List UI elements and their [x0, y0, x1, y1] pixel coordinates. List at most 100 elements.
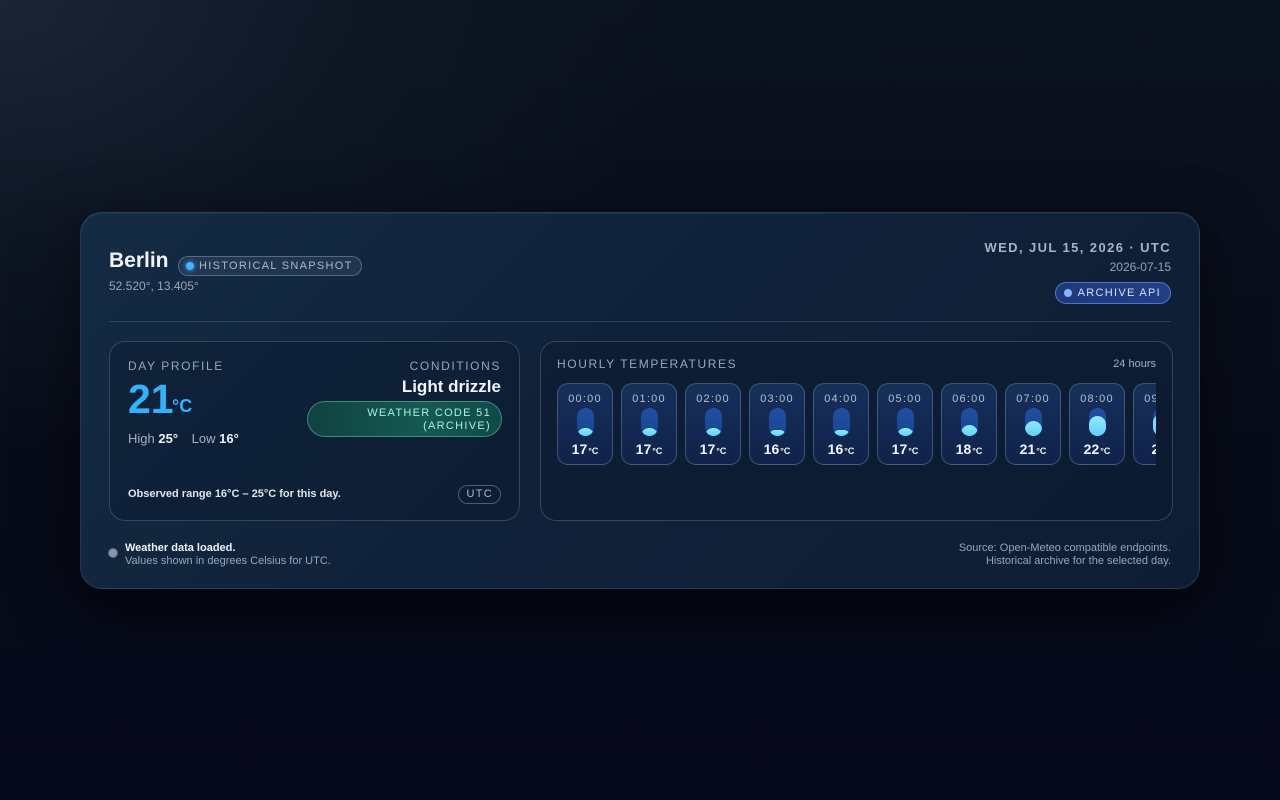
hour-temperature-value: 18 [955, 441, 972, 457]
hour-time: 03:00 [760, 393, 794, 405]
low-value: 16° [219, 431, 239, 446]
hour-tile[interactable]: 07:00 21°C [1005, 383, 1061, 465]
hour-time: 04:00 [824, 393, 858, 405]
hour-time: 07:00 [1016, 393, 1050, 405]
status-indicator-icon [109, 549, 117, 557]
status-title: Weather data loaded. [125, 542, 236, 554]
iso-date: 2026-07-15 [1109, 260, 1171, 274]
hour-temperature: 21°C [1006, 441, 1060, 457]
hour-tile[interactable]: 03:00 16°C [749, 383, 805, 465]
thermometer-fill [897, 427, 914, 436]
hour-temperature-unit: °C [588, 446, 599, 456]
conditions-label: CONDITIONS [409, 359, 501, 373]
hour-temperature-unit: °C [716, 446, 727, 456]
archive-note: Historical archive for the selected day. [985, 555, 1171, 567]
historical-snapshot-badge: HISTORICAL SNAPSHOT [178, 256, 362, 276]
thermometer-fill [1089, 416, 1106, 436]
thermometer-icon [1153, 408, 1156, 436]
hour-time: 02:00 [696, 393, 730, 405]
thermometer-fill [833, 430, 850, 436]
hour-temperature-value: 16 [763, 441, 780, 457]
hour-temperature-value: 17 [891, 441, 908, 457]
hour-time: 01:00 [632, 393, 666, 405]
hour-temperature-unit: °C [972, 446, 983, 456]
archive-api-badge: ARCHIVE API [1054, 282, 1171, 304]
hour-temperature-unit: °C [908, 446, 919, 456]
hour-temperature-value: 21 [1019, 441, 1036, 457]
hour-tile[interactable]: 02:00 17°C [685, 383, 741, 465]
hour-temperature: 18°C [942, 441, 996, 457]
status-subtitle: Values shown in degrees Celsius for UTC. [125, 555, 331, 567]
date-heading: WED, JUL 15, 2026 · UTC [984, 240, 1171, 255]
hour-time: 05:00 [888, 393, 922, 405]
hour-temperature-value: 22 [1083, 441, 1100, 457]
hours-count: 24 hours [1113, 358, 1156, 370]
coordinates: 52.520°, 13.405° [109, 279, 199, 293]
thermometer-icon [1025, 408, 1042, 436]
archive-api-label: ARCHIVE API [1077, 287, 1161, 299]
hour-temperature-value: 2 [1151, 441, 1156, 457]
hour-temperature-unit: °C [844, 446, 855, 456]
hourly-label: HOURLY TEMPERATURES [557, 357, 738, 371]
low-label: Low [191, 431, 216, 446]
high-label: High [128, 431, 155, 446]
thermometer-icon [897, 408, 914, 436]
hour-temperature: 17°C [622, 441, 676, 457]
hour-time: 09:00 [1144, 393, 1156, 405]
high-value: 25° [158, 431, 179, 446]
thermometer-fill [1153, 413, 1156, 436]
day-profile-panel: DAY PROFILE 21 °C High 25° Low 16° CONDI… [109, 341, 520, 521]
hour-tile[interactable]: 01:00 17°C [621, 383, 677, 465]
weather-code-source: (ARCHIVE) [423, 420, 491, 432]
observed-range: Observed range 16°C – 25°C for this day. [128, 488, 341, 500]
hourly-panel: HOURLY TEMPERATURES 24 hours 00:00 17°C 01… [540, 341, 1173, 521]
thermometer-icon [577, 408, 594, 436]
hour-time: 00:00 [568, 393, 602, 405]
hour-temperature-value: 17 [699, 441, 716, 457]
thermometer-icon [961, 408, 978, 436]
hour-temperature: 17°C [878, 441, 932, 457]
thermometer-icon [833, 408, 850, 436]
hour-tile[interactable]: 04:00 16°C [813, 383, 869, 465]
hour-tile[interactable]: 08:00 22°C [1069, 383, 1125, 465]
high-low: High 25° Low 16° [128, 431, 239, 446]
hour-temperature-value: 17 [571, 441, 588, 457]
hour-temperature: 17°C [558, 441, 612, 457]
status-dot-icon [186, 262, 194, 270]
temperature-unit: °C [172, 396, 193, 416]
source-line: Source: Open-Meteo compatible endpoints. [958, 542, 1171, 554]
hour-tile[interactable]: 06:00 18°C [941, 383, 997, 465]
conditions-value: Light drizzle [401, 377, 501, 396]
hour-time: 08:00 [1080, 393, 1114, 405]
thermometer-icon [769, 408, 786, 436]
hour-temperature-unit: °C [780, 446, 791, 456]
day-profile-label: DAY PROFILE [128, 359, 224, 373]
hourly-strip[interactable]: 00:00 17°C 01:00 17°C 02:00 17°C 03:00 16°C 04:0… [557, 383, 1156, 467]
historical-snapshot-label: HISTORICAL SNAPSHOT [199, 260, 353, 272]
thermometer-fill [641, 427, 658, 436]
current-temperature: 21 [128, 376, 174, 422]
hour-temperature: 22°C [1070, 441, 1124, 457]
hour-tile[interactable]: 00:00 17°C [557, 383, 613, 465]
hour-temperature-value: 16 [827, 441, 844, 457]
thermometer-icon [705, 408, 722, 436]
thermometer-icon [1089, 408, 1106, 436]
api-dot-icon [1063, 289, 1072, 297]
weather-code-pill: WEATHER CODE 51 (ARCHIVE) [307, 401, 502, 437]
hour-temperature: 17°C [686, 441, 740, 457]
header-divider [109, 321, 1171, 322]
thermometer-fill [1025, 420, 1042, 436]
hour-temperature-unit: °C [1100, 446, 1111, 456]
hour-tile[interactable]: 05:00 17°C [877, 383, 933, 465]
hour-temperature-unit: °C [1036, 446, 1047, 456]
thermometer-fill [769, 430, 786, 436]
weather-code: WEATHER CODE 51 [367, 407, 491, 419]
weather-card: Berlin HISTORICAL SNAPSHOT 52.520°, 13.4… [80, 212, 1200, 589]
hour-temperature: 16°C [750, 441, 804, 457]
hour-time: 06:00 [952, 393, 986, 405]
hour-temperature-value: 17 [635, 441, 652, 457]
thermometer-fill [961, 425, 978, 436]
city-name: Berlin [109, 249, 169, 272]
hour-tile[interactable]: 09:00 2°C [1133, 383, 1156, 465]
thermometer-fill [577, 427, 594, 436]
